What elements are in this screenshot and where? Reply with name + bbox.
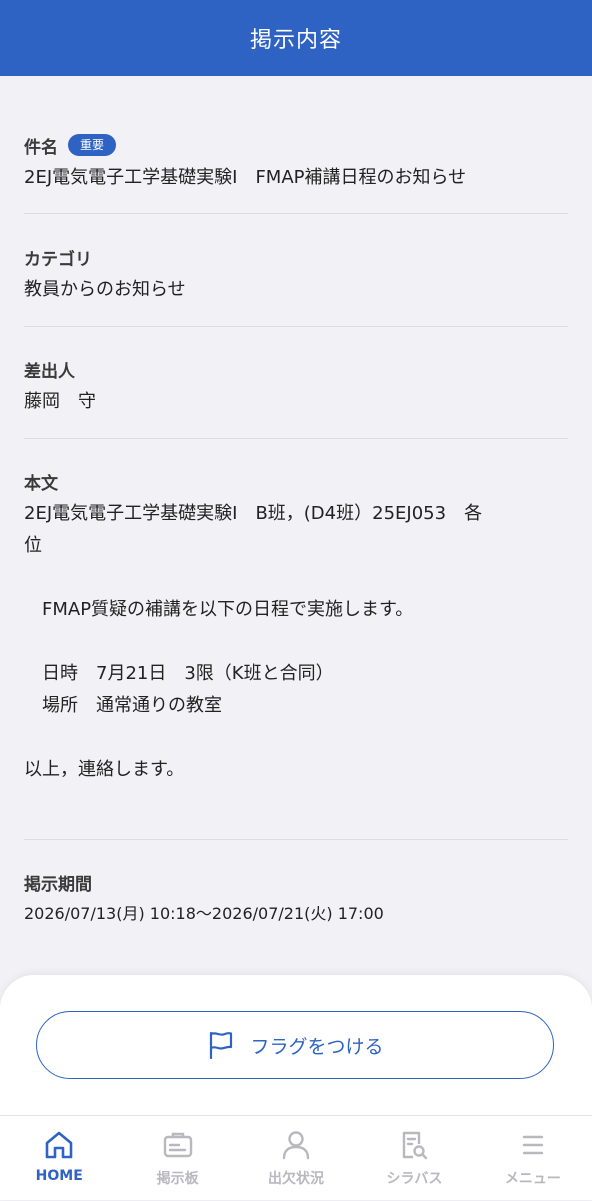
body-line: 場所 通常通りの教室 [24,695,222,716]
category-value: 教員からのお知らせ [24,279,186,300]
bottom-tab-bar: HOME 掲示板 出欠状況 シラバス メニュー [0,1115,592,1201]
tab-syllabus[interactable]: シラバス [355,1116,473,1201]
sender-section: 差出人 藤岡 守 [24,356,568,418]
bulletin-board-icon [163,1132,192,1158]
syllabus-search-icon [403,1131,428,1160]
period-value: 2026/07/13(月) 10:18〜2026/07/21(火) 17:00 [24,904,384,923]
period-label: 掲示期間 [24,874,92,895]
body-line: 2EJ電気電子工学基礎実験I B班，(D4班）25EJ053 各 [24,503,483,524]
body-line [24,562,568,594]
sender-label: 差出人 [24,361,75,382]
body-line: FMAP質疑の補講を以下の日程で実施します。 [24,599,414,620]
body-line [24,722,568,754]
divider [24,213,568,214]
page-title: 掲示内容 [249,28,342,53]
body-line: 以上，連絡します。 [24,759,185,780]
tab-label: シラバス [386,1171,443,1187]
app-header: 掲示内容 [0,0,592,76]
body-line [24,626,568,658]
tab-menu[interactable]: メニュー [474,1116,592,1201]
person-icon [282,1131,310,1160]
body-section: 本文 2EJ電気電子工学基礎実験I B班，(D4班）25EJ053 各 位 FM… [24,468,568,786]
divider [24,438,568,439]
tab-bulletin-board[interactable]: 掲示板 [118,1116,236,1201]
divider [24,839,568,840]
subject-section: 件名 重要 2EJ電気電子工学基礎実験I FMAP補講日程のお知らせ [24,132,568,194]
subject-label: 件名 [24,137,58,158]
flag-button-label: フラグをつける [250,1035,384,1058]
tab-attendance[interactable]: 出欠状況 [237,1116,355,1201]
flag-icon [210,1031,233,1060]
tab-label: HOME [35,1168,83,1184]
menu-icon [522,1135,544,1155]
body-line: 日時 7月21日 3限（K班と合同） [24,663,334,684]
body-label: 本文 [24,473,58,494]
tab-label: メニュー [504,1171,561,1187]
body-line: 位 [24,535,42,556]
category-label: カテゴリ [24,249,92,270]
home-icon [45,1131,73,1159]
category-section: カテゴリ 教員からのお知らせ [24,244,568,306]
bottom-sheet: フラグをつける HOME 掲示板 出欠状況 シラバス メニュー [0,975,592,1200]
body-text: 2EJ電気電子工学基礎実験I B班，(D4班）25EJ053 各 位 FMAP質… [24,498,568,786]
importance-badge: 重要 [68,134,117,156]
sender-value: 藤岡 守 [24,391,96,412]
divider [24,326,568,327]
subject-value: 2EJ電気電子工学基礎実験I FMAP補講日程のお知らせ [24,167,467,188]
flag-button[interactable]: フラグをつける [36,1011,554,1079]
tab-label: 出欠状況 [268,1171,325,1187]
period-section: 掲示期間 2026/07/13(月) 10:18〜2026/07/21(火) 1… [24,869,568,927]
tab-label: 掲示板 [156,1171,199,1187]
tab-home[interactable]: HOME [0,1116,118,1201]
